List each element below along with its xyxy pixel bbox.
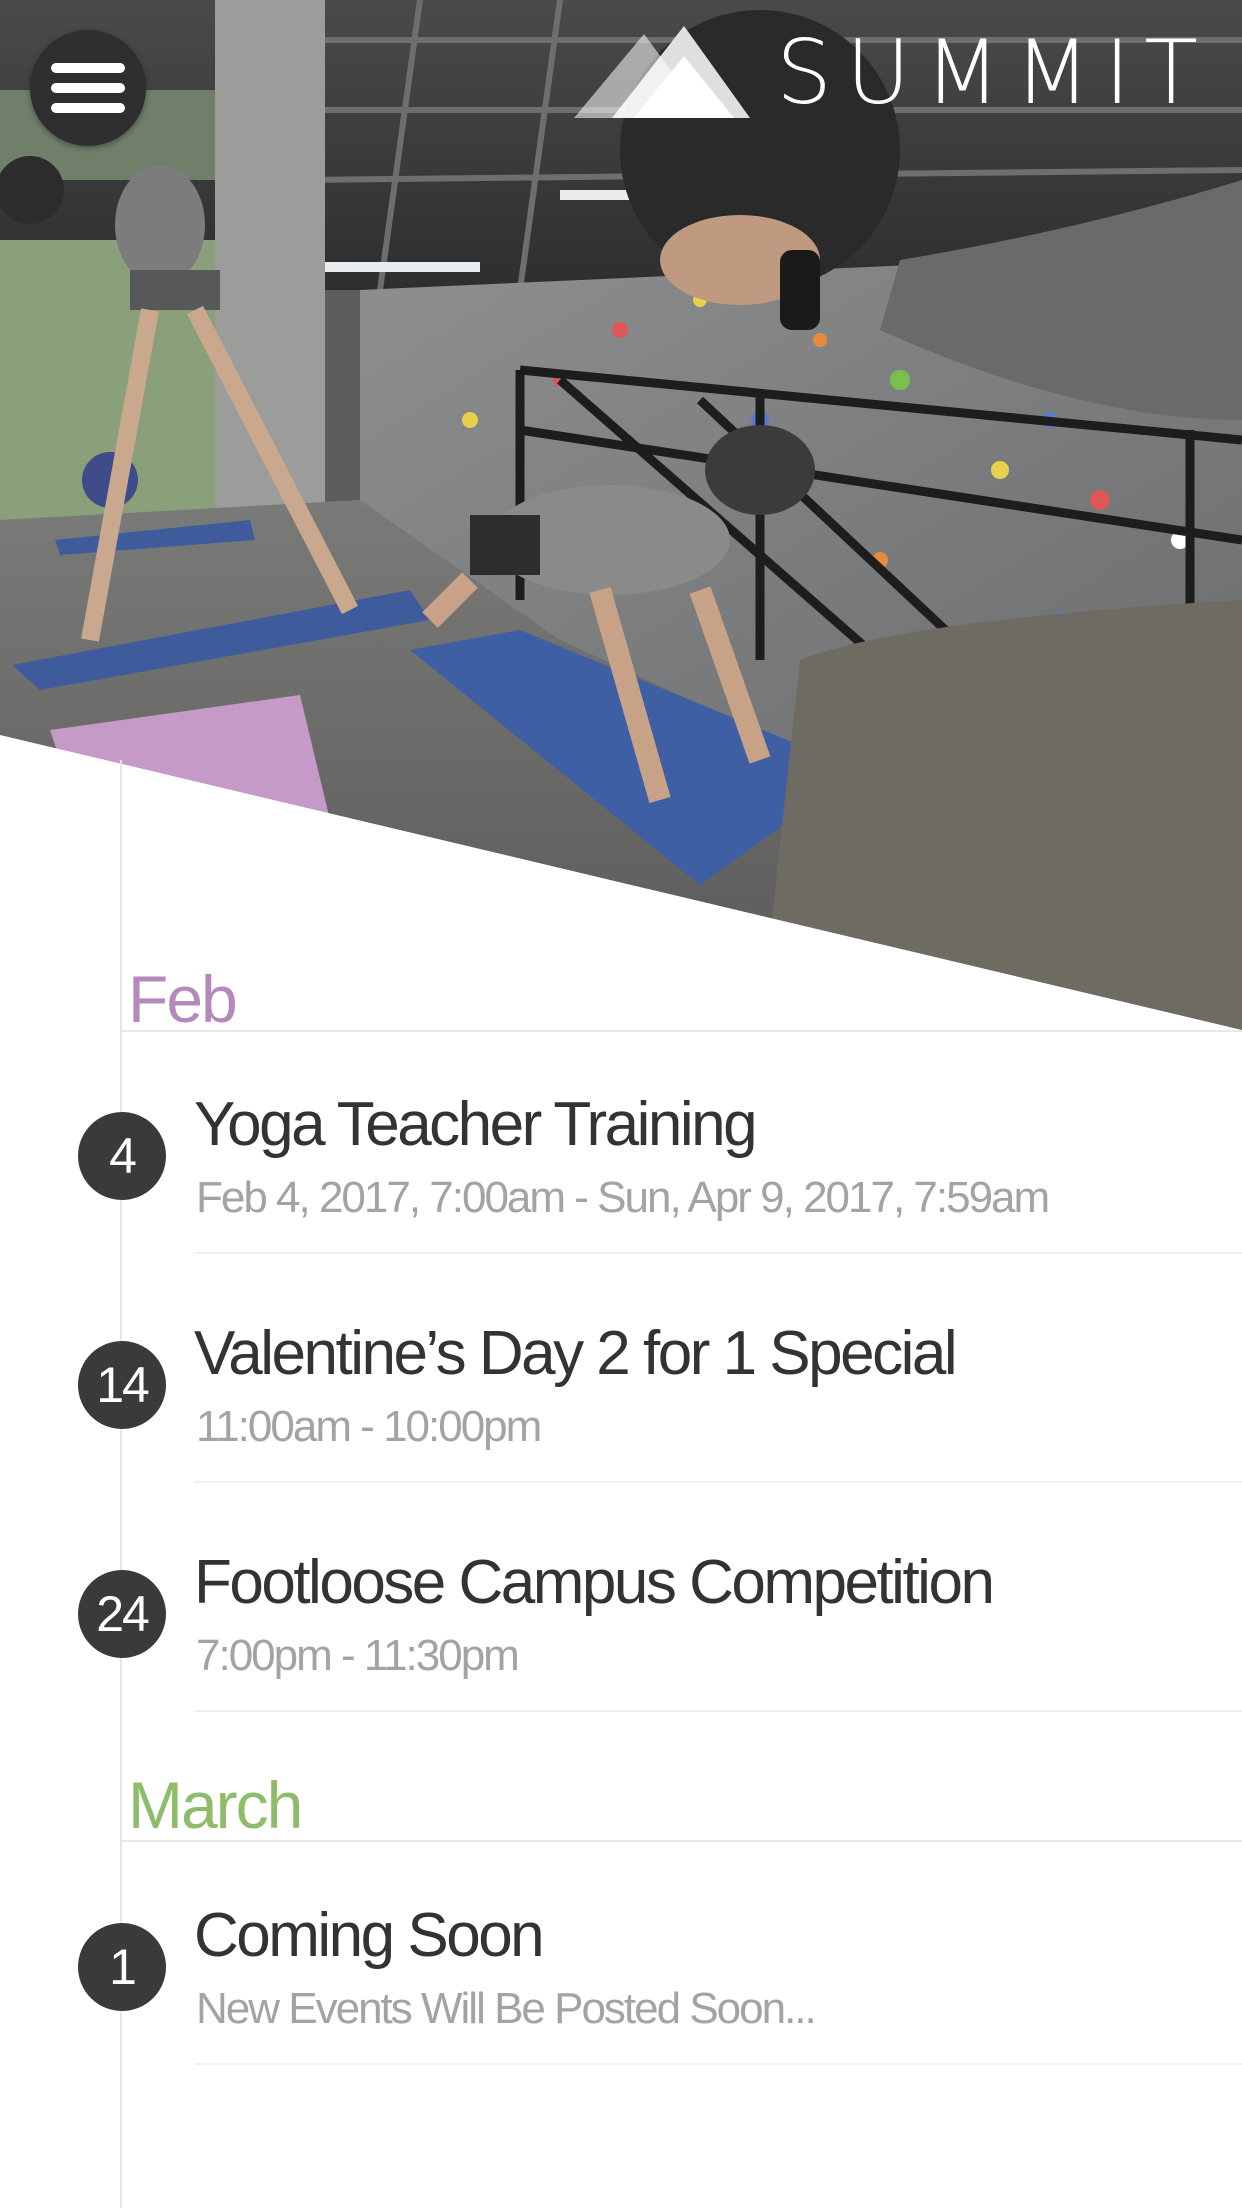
month-label: March	[128, 1768, 303, 1842]
event-item-valentines[interactable]: 14 Valentine’s Day 2 for 1 Special 11:00…	[0, 1319, 1242, 1549]
event-divider	[194, 2063, 1242, 2065]
event-time: Feb 4, 2017, 7:00am - Sun, Apr 9, 2017, …	[196, 1173, 1050, 1222]
event-title[interactable]: Footloose Campus Competition	[194, 1552, 995, 1614]
event-divider	[194, 1481, 1242, 1483]
brand-name: SUMMIT	[776, 21, 1212, 124]
brand-logo[interactable]: SUMMIT	[574, 26, 1212, 120]
gym-photo	[0, 0, 1242, 1030]
event-time: New Events Will Be Posted Soon...	[196, 1984, 817, 2033]
event-divider	[194, 1710, 1242, 1712]
event-title[interactable]: Coming Soon	[194, 1905, 545, 1967]
month-header-march: March	[122, 1770, 1242, 1840]
month-divider	[122, 1840, 1242, 1842]
event-title[interactable]: Valentine’s Day 2 for 1 Special	[194, 1323, 958, 1385]
event-item-coming-soon[interactable]: 1 Coming Soon New Events Will Be Posted …	[0, 1901, 1242, 2131]
day-badge: 24	[78, 1570, 166, 1658]
event-item-yoga[interactable]: 4 Yoga Teacher Training Feb 4, 2017, 7:0…	[0, 1090, 1242, 1320]
event-title[interactable]: Yoga Teacher Training	[194, 1094, 758, 1156]
hero-image: SUMMIT	[0, 0, 1242, 1030]
day-badge: 1	[78, 1923, 166, 2011]
event-divider	[194, 1252, 1242, 1254]
hamburger-menu-icon	[51, 63, 125, 73]
month-header-feb: Feb	[122, 960, 1242, 1036]
menu-button[interactable]	[30, 30, 146, 146]
day-badge: 4	[78, 1112, 166, 1200]
month-divider	[122, 1030, 1242, 1032]
event-time: 11:00am - 10:00pm	[196, 1402, 542, 1451]
month-label: Feb	[128, 962, 238, 1036]
event-item-footloose[interactable]: 24 Footloose Campus Competition 7:00pm -…	[0, 1548, 1242, 1778]
mountain-logo-icon	[574, 26, 751, 118]
event-time: 7:00pm - 11:30pm	[196, 1631, 520, 1680]
day-badge: 14	[78, 1341, 166, 1429]
